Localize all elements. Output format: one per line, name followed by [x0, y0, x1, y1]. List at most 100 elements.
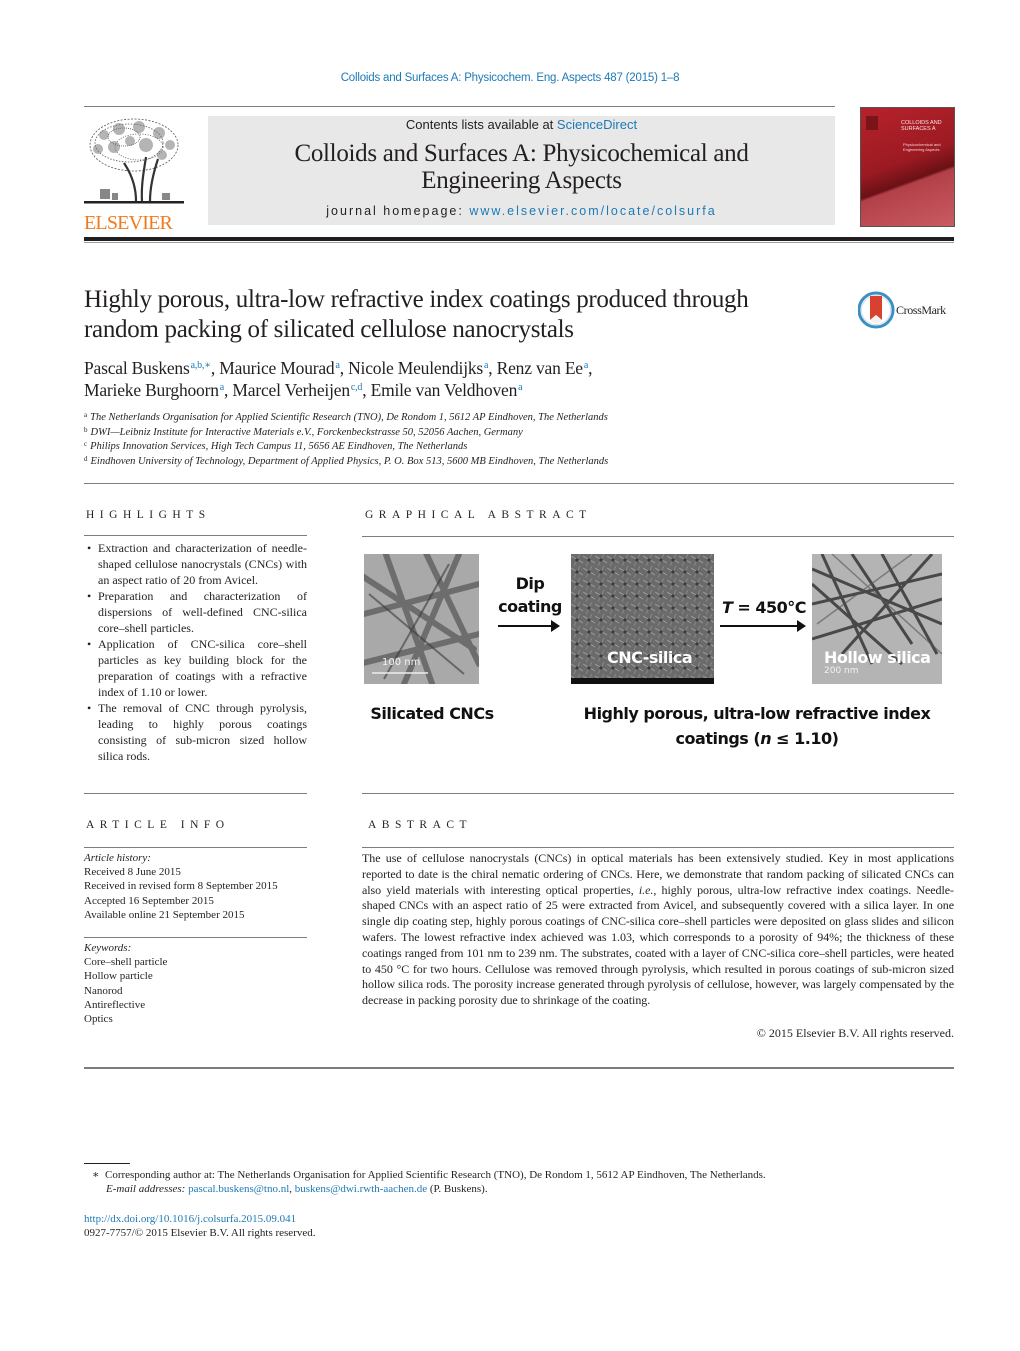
author-name[interactable]: Nicole Meulendijks [348, 358, 483, 378]
graphical-abstract-figure[interactable]: 100 nm Dip coating CNC-silica T = 450°C [362, 548, 954, 758]
front-matter-end-rule [84, 1067, 954, 1069]
keyword-item: Core–shell particle [84, 956, 168, 969]
section-divider [84, 483, 954, 484]
affiliation-text: Philips Innovation Services, High Tech C… [90, 441, 468, 452]
history-item: Received in revised form 8 September 201… [84, 880, 278, 893]
highlights-end-rule [84, 793, 307, 794]
arrow-right-icon [720, 620, 806, 632]
journal-masthead: Contents lists available at ScienceDirec… [208, 116, 835, 225]
affiliation-key: b [84, 425, 88, 434]
affiliation-item: b DWI—Leibniz Institute for Interactive M… [84, 426, 844, 441]
cnc-silica-label: CNC-silica [607, 648, 693, 667]
keyword-item: Optics [84, 1013, 113, 1026]
affiliation-item: c Philips Innovation Services, High Tech … [84, 440, 844, 455]
email-link-dwi[interactable]: buskens@dwi.rwth-aachen.de [295, 1183, 427, 1195]
masthead-thick-rule [84, 237, 954, 241]
hollow-silica-label: Hollow silica [824, 648, 931, 667]
journal-title-line2: Engineering Aspects [421, 167, 622, 194]
email-link-tno[interactable]: pascal.buskens@tno.nl [188, 1183, 289, 1195]
affiliation-key: c [84, 440, 88, 448]
affiliation-text: The Netherlands Organisation for Applied… [90, 412, 608, 423]
masthead-thin-rule [84, 242, 954, 243]
elsevier-tree-icon [84, 115, 184, 207]
highlight-item: Extraction and characterization of needl… [84, 540, 307, 588]
article-title-line1: Highly porous, ultra-low refractive inde… [84, 286, 749, 313]
history-item: Available online 21 September 2015 [84, 908, 245, 921]
journal-cover-thumbnail[interactable]: COLLOIDS AND SURFACES A Physicochemical … [860, 107, 955, 227]
author-affiliation-marker[interactable]: a [518, 382, 522, 393]
footnote-rule [84, 1163, 130, 1164]
temperature-label: T = 450°C [716, 596, 812, 619]
tem-image-hollow-silica: Hollow silica 200 nm [812, 554, 942, 684]
highlight-item: The removal of CNC through pyrolysis, le… [84, 700, 307, 764]
elsevier-wordmark: ELSEVIER [84, 212, 173, 234]
article-info-heading: Article info [86, 819, 230, 831]
email-footnote: E-mail addresses: pascal.buskens@tno.nl,… [106, 1182, 946, 1197]
footnote-marker: ∗ [92, 1169, 100, 1181]
history-item: Accepted 16 September 2015 [84, 894, 214, 907]
article-history: Article history: Received 8 June 2015 Re… [84, 851, 314, 922]
dip-coating-label-line2: coating [498, 597, 562, 616]
scale-bar-label: 100 nm [382, 657, 421, 668]
article-title-line2: random packing of silicated cellulose na… [84, 316, 574, 343]
caption-text: coatings ( [675, 729, 761, 748]
affiliation-item: d Eindhoven University of Technology, Dep… [84, 455, 844, 470]
author-name[interactable]: Marieke Burghoorn [84, 380, 219, 400]
abstract-text-part: , highly porous, ultra-low refractive in… [362, 882, 955, 1008]
author-line-2: Marieke Burghoorna, Marcel Verheijenc,d,… [84, 379, 844, 401]
highlights-heading: Highlights [86, 509, 211, 521]
running-head-citation[interactable]: Colloids and Surfaces A: Physicochem. En… [0, 72, 1020, 84]
contents-prefix: Contents lists available at [405, 117, 557, 132]
author-affiliation-marker[interactable]: c,d [351, 382, 363, 393]
author-name[interactable]: Marcel Verheijen [232, 380, 350, 400]
graphical-abstract-end-rule [362, 793, 954, 794]
author-separator: , [210, 358, 220, 378]
dip-coating-label-line1: Dip [515, 574, 545, 593]
author-name[interactable]: Renz van Ee [497, 358, 583, 378]
affiliation-text: Eindhoven University of Technology, Depa… [90, 455, 609, 467]
caption-coatings-line2: coatings (n ≤ 1.10) [562, 726, 952, 751]
graphical-abstract-heading: Graphical abstract [365, 509, 592, 521]
journal-title-line1: Colloids and Surfaces A: Physicochemical… [294, 140, 749, 167]
highlight-item: Preparation and characterization of disp… [84, 588, 307, 636]
abstract-heading: Abstract [368, 819, 473, 831]
abstract-copyright: © 2015 Elsevier B.V. All rights reserved… [756, 1026, 954, 1040]
scale-bar-label: 200 nm [824, 666, 859, 676]
crossmark-label: CrossMark [896, 303, 946, 317]
keyword-item: Hollow particle [84, 970, 153, 983]
journal-homepage-link[interactable]: www.elsevier.com/locate/colsurfa [469, 204, 716, 218]
doi-link[interactable]: http://dx.doi.org/10.1016/j.colsurfa.201… [84, 1212, 296, 1227]
arrow-right-icon [498, 620, 560, 632]
abstract-text-italic: i.e. [638, 882, 654, 897]
keywords-label: Keywords: [84, 942, 132, 954]
author-name[interactable]: Pascal Buskens [84, 358, 190, 378]
affiliation-key: a [84, 411, 88, 419]
affiliation-key: d [84, 454, 88, 463]
author-name[interactable]: Maurice Mourad [219, 358, 334, 378]
affiliation-item: a The Netherlands Organisation for Applie… [84, 411, 844, 426]
author-list: Pascal Buskensa,b,∗, Maurice Mourad a, Ni… [84, 357, 844, 401]
temperature-value: = 450°C [732, 598, 807, 617]
sciencedirect-link[interactable]: ScienceDirect [557, 117, 637, 132]
affiliation-list: a The Netherlands Organisation for Applie… [84, 411, 844, 469]
author-separator: , [588, 358, 593, 378]
article-info-rule [84, 847, 307, 848]
author-separator: , [362, 380, 371, 400]
issn-copyright: 0927-7757/© 2015 Elsevier B.V. All right… [84, 1227, 316, 1239]
cover-elsevier-logo-icon [866, 116, 878, 130]
crossmark-button[interactable]: CrossMark [857, 290, 958, 330]
dip-coating-label: Dip coating [490, 572, 570, 618]
elsevier-logo[interactable]: ELSEVIER [84, 115, 184, 234]
caption-silicated-cncs: Silicated CNCs [370, 704, 494, 723]
homepage-prefix: journal homepage: [326, 204, 470, 218]
caption-text: ≤ 1.10) [771, 729, 839, 748]
caption-symbol: n [760, 729, 772, 748]
highlights-rule [84, 535, 307, 536]
author-affiliation-marker[interactable]: a,b,∗ [191, 360, 211, 371]
graphical-abstract-rule [362, 536, 954, 537]
author-line-1: Pascal Buskensa,b,∗, Maurice Mourada, Ni… [84, 357, 844, 379]
journal-title[interactable]: Colloids and Surfaces A: Physicochemical… [208, 140, 835, 194]
corresponding-author-text: Corresponding author at: The Netherlands… [104, 1169, 766, 1181]
author-name[interactable]: Emile van Veldhoven [371, 380, 518, 400]
article-title: Highly porous, ultra-low refractive inde… [84, 285, 844, 345]
